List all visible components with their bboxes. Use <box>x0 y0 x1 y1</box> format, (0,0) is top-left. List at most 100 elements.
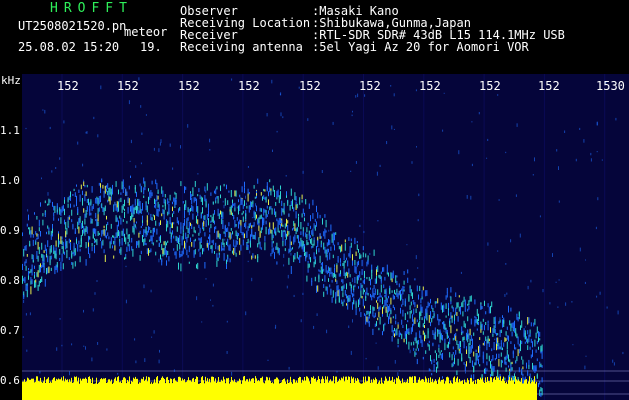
noise-speck <box>245 195 246 199</box>
noise-speck <box>579 247 581 252</box>
y-tick-1.0: 1.0 <box>0 174 20 187</box>
noise-speck <box>283 264 285 267</box>
y-tick-0.6: 0.6 <box>0 374 20 387</box>
noise-speck <box>144 181 146 185</box>
noise-speck <box>584 365 586 370</box>
noise-speck <box>579 127 581 130</box>
filename-label: UT2508021520.pn <box>18 19 127 33</box>
x-tick-4: 152 <box>238 79 260 93</box>
noise-speck <box>172 167 174 170</box>
noise-speck <box>487 138 489 141</box>
noise-speck <box>558 166 559 170</box>
noise-speck <box>516 123 518 127</box>
noise-speck <box>85 346 86 350</box>
noise-speck <box>451 307 453 310</box>
noise-speck <box>596 122 598 126</box>
y-tick-0.7: 0.7 <box>0 324 20 337</box>
noise-speck <box>298 246 300 249</box>
noise-speck <box>83 309 84 313</box>
noise-speck <box>42 109 44 111</box>
noise-speck <box>209 138 211 143</box>
noise-speck <box>118 198 120 203</box>
noise-speck <box>226 320 228 323</box>
noise-speck <box>613 362 615 366</box>
noise-speck <box>355 161 357 164</box>
noise-speck <box>416 146 417 148</box>
noise-speck <box>534 157 535 162</box>
noise-speck <box>357 93 359 98</box>
noise-speck <box>590 158 592 162</box>
noise-speck <box>530 279 532 283</box>
noise-speck <box>427 342 428 345</box>
noise-speck <box>245 311 247 316</box>
noise-speck <box>415 255 417 260</box>
noise-speck <box>606 306 608 309</box>
noise-speck <box>129 241 131 243</box>
noise-speck <box>596 295 598 298</box>
noise-speck <box>411 161 413 164</box>
noise-speck <box>307 118 309 121</box>
noise-speck <box>564 130 566 133</box>
noise-speck <box>279 93 281 96</box>
noise-speck <box>465 371 466 374</box>
noise-speck <box>615 117 617 121</box>
noise-speck <box>249 250 251 254</box>
noise-speck <box>486 368 488 371</box>
noise-speck <box>59 157 61 160</box>
noise-speck <box>247 260 249 263</box>
noise-speck <box>247 166 249 168</box>
x-tick-1: 152 <box>57 79 79 93</box>
noise-speck <box>56 347 58 351</box>
noise-speck <box>160 139 162 143</box>
noise-speck <box>246 202 247 205</box>
noise-speck <box>226 351 228 354</box>
noise-speck <box>83 345 85 347</box>
x-tick-3: 152 <box>178 79 200 93</box>
noise-speck <box>135 165 137 168</box>
noise-speck <box>69 371 70 376</box>
noise-speck <box>555 281 557 283</box>
noise-speck <box>583 139 585 143</box>
noise-speck <box>552 253 553 257</box>
noise-speck <box>364 94 366 97</box>
x-tick-5: 152 <box>299 79 321 93</box>
noise-speck <box>85 131 87 134</box>
noise-speck <box>471 163 473 167</box>
noise-speck <box>287 274 289 279</box>
noise-speck <box>39 370 41 374</box>
noise-speck <box>130 139 132 144</box>
noise-speck <box>510 239 512 243</box>
noise-speck <box>266 113 268 117</box>
spectrogram-canvas <box>22 74 629 400</box>
noise-speck <box>470 195 472 200</box>
noise-speck <box>125 265 127 268</box>
noise-speck <box>494 338 496 341</box>
noise-speck <box>55 167 57 169</box>
noise-speck <box>97 342 99 345</box>
noise-speck <box>572 344 574 346</box>
noise-speck <box>129 160 131 162</box>
noise-speck <box>255 203 256 207</box>
noise-speck <box>153 147 155 151</box>
noise-speck <box>584 281 586 284</box>
noise-speck <box>504 294 506 297</box>
noise-speck <box>352 110 353 113</box>
noise-speck <box>135 360 137 364</box>
noise-speck <box>201 321 203 323</box>
noise-speck <box>558 279 560 281</box>
noise-speck <box>100 204 102 208</box>
noise-speck <box>145 114 147 116</box>
noise-speck <box>622 351 624 355</box>
noise-speck <box>117 372 119 375</box>
noise-speck <box>290 252 292 256</box>
noise-speck <box>519 233 521 238</box>
noise-speck <box>471 121 473 123</box>
noise-speck <box>409 349 411 354</box>
noise-speck <box>316 313 318 316</box>
noise-speck <box>415 89 417 92</box>
noise-speck <box>29 312 31 316</box>
noise-speck <box>288 366 290 370</box>
x-tick-9: 152 <box>538 79 560 93</box>
noise-speck <box>143 284 145 289</box>
noise-speck <box>515 194 517 197</box>
